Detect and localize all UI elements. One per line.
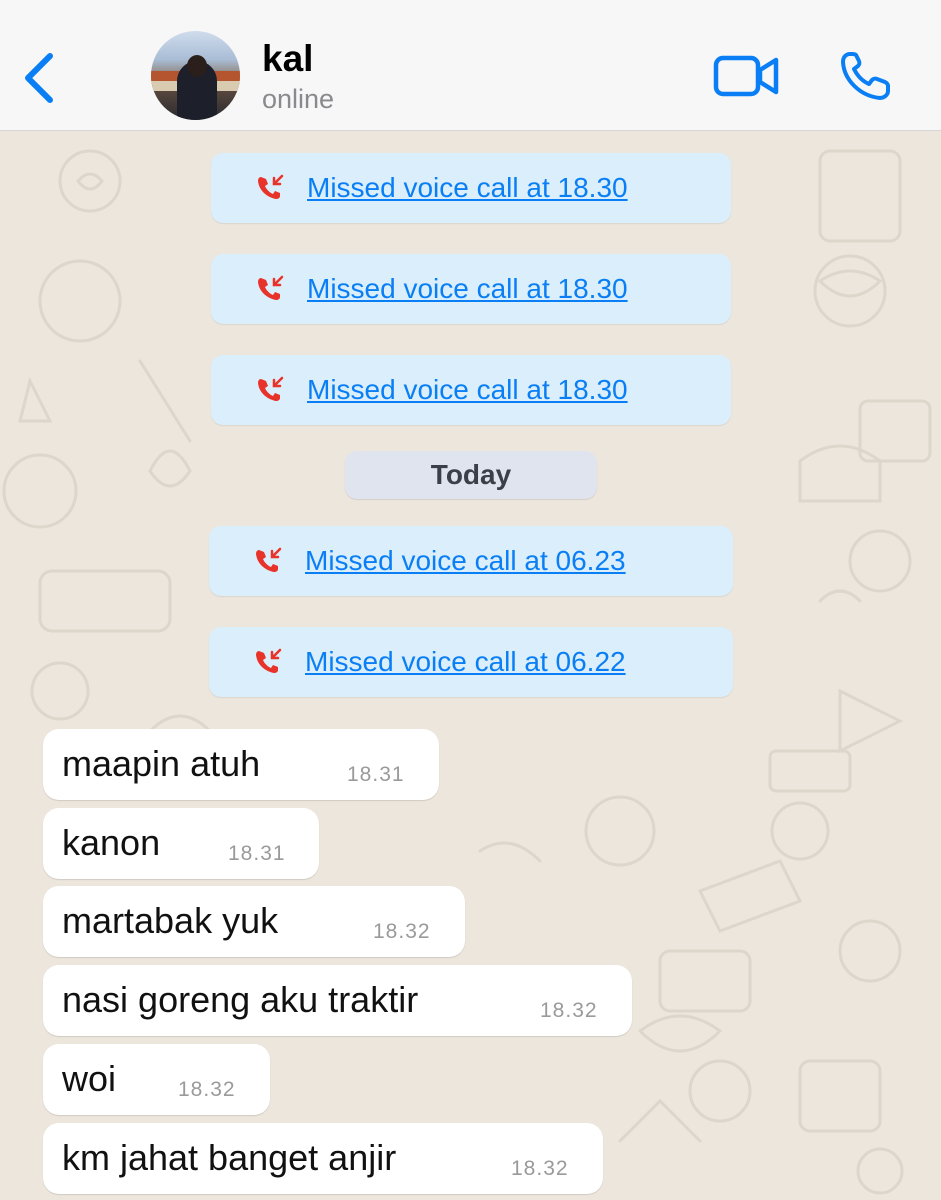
missed-call-label[interactable]: Missed voice call at 06.23 <box>305 545 626 577</box>
message-text: km jahat banget anjir <box>62 1137 397 1178</box>
missed-call-icon <box>256 547 282 572</box>
chat-header: kal online <box>0 0 941 131</box>
message-bubble[interactable]: kanon 18.31 <box>43 808 319 879</box>
missed-call-icon <box>258 174 284 199</box>
missed-call-bubble[interactable]: Missed voice call at 18.30 <box>211 254 731 324</box>
message-text: maapin atuh <box>62 743 261 784</box>
message-bubble[interactable]: maapin atuh 18.31 <box>43 729 439 800</box>
message-time: 18.32 <box>540 999 598 1022</box>
message-time: 18.32 <box>178 1078 236 1101</box>
chevron-left-icon <box>25 53 53 103</box>
message-bubble[interactable]: martabak yuk 18.32 <box>43 886 465 957</box>
missed-call-label[interactable]: Missed voice call at 18.30 <box>307 273 628 305</box>
contact-status: online <box>262 84 335 114</box>
missed-call-icon <box>258 376 284 401</box>
missed-call-label[interactable]: Missed voice call at 06.22 <box>305 646 626 678</box>
video-camera-icon <box>713 55 779 97</box>
message-text: martabak yuk <box>62 900 279 941</box>
message-time: 18.31 <box>347 763 405 786</box>
message-text: kanon <box>62 822 161 863</box>
avatar[interactable] <box>151 31 240 120</box>
message-time: 18.32 <box>373 920 431 943</box>
missed-call-bubble[interactable]: Missed voice call at 06.22 <box>209 627 733 697</box>
chat-area[interactable]: Missed voice call at 18.30 Missed voice … <box>0 131 941 1200</box>
message-bubble[interactable]: km jahat banget anjir 18.32 <box>43 1123 603 1194</box>
missed-call-label[interactable]: Missed voice call at 18.30 <box>307 172 628 204</box>
message-bubble[interactable]: nasi goreng aku traktir 18.32 <box>43 965 632 1036</box>
missed-call-bubble[interactable]: Missed voice call at 18.30 <box>211 355 731 425</box>
message-time: 18.32 <box>511 1157 569 1180</box>
missed-call-icon <box>258 275 284 300</box>
missed-call-label[interactable]: Missed voice call at 18.30 <box>307 374 628 406</box>
missed-call-bubble[interactable]: Missed voice call at 06.23 <box>209 526 733 596</box>
message-text: nasi goreng aku traktir <box>62 979 419 1020</box>
back-button[interactable] <box>16 48 60 108</box>
missed-call-icon <box>256 648 282 673</box>
phone-icon <box>841 52 890 100</box>
voice-call-button[interactable] <box>836 48 896 104</box>
missed-call-bubble[interactable]: Missed voice call at 18.30 <box>211 153 731 223</box>
message-bubble[interactable]: woi 18.32 <box>43 1044 270 1115</box>
message-text: woi <box>62 1058 117 1099</box>
contact-name[interactable]: kal <box>262 38 313 80</box>
message-time: 18.31 <box>228 842 286 865</box>
date-separator: Today <box>345 451 597 499</box>
video-call-button[interactable] <box>712 50 782 102</box>
